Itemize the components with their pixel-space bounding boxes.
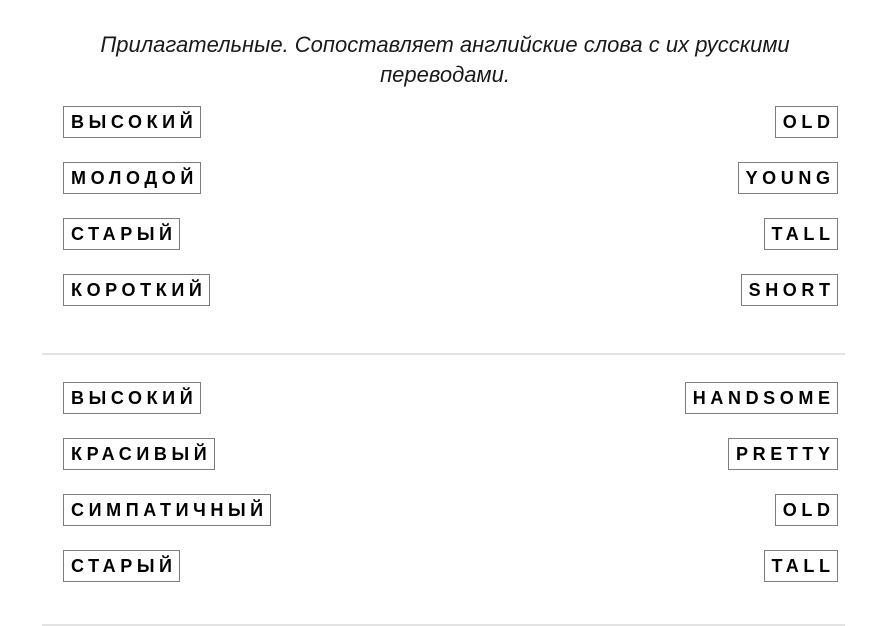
english-word-label: HANDSOME — [692, 388, 835, 408]
russian-word-box[interactable]: КОРОТКИЙ — [63, 274, 210, 306]
left-column-cell: СИМПАТИЧНЫЙ — [63, 494, 272, 526]
russian-word-label: МОЛОДОЙ — [71, 168, 198, 188]
russian-word-box[interactable]: СИМПАТИЧНЫЙ — [63, 494, 272, 526]
right-column-cell: OLD — [774, 494, 838, 526]
russian-word-box[interactable]: ВЫСОКИЙ — [63, 382, 201, 414]
left-column-cell: МОЛОДОЙ — [63, 162, 202, 194]
group-2-rows: ВЫСОКИЙ HANDSOME КРАСИВЫЙ PRETTY СИМПАТИ… — [0, 355, 890, 606]
exercise-page: Прилагательные. Сопоставляет английские … — [0, 0, 890, 626]
english-word-label: TALL — [771, 556, 835, 576]
english-word-box[interactable]: YOUNG — [737, 162, 838, 194]
left-column-cell: СТАРЫЙ — [63, 218, 180, 250]
match-row: ВЫСОКИЙ HANDSOME — [0, 382, 890, 438]
match-row: СИМПАТИЧНЫЙ OLD — [0, 494, 890, 550]
match-row: МОЛОДОЙ YOUNG — [0, 162, 890, 218]
left-column-cell: ВЫСОКИЙ — [63, 382, 201, 414]
english-word-label: YOUNG — [745, 168, 835, 188]
russian-word-label: СТАРЫЙ — [71, 224, 177, 244]
right-column-cell: YOUNG — [737, 162, 838, 194]
english-word-label: SHORT — [748, 280, 835, 300]
english-word-box[interactable]: OLD — [774, 494, 838, 526]
russian-word-box[interactable]: СТАРЫЙ — [63, 550, 180, 582]
right-column-cell: SHORT — [740, 274, 838, 306]
match-row: СТАРЫЙ TALL — [0, 550, 890, 606]
match-row: КОРОТКИЙ SHORT — [0, 274, 890, 330]
english-word-label: PRETTY — [735, 444, 835, 464]
left-column-cell: КОРОТКИЙ — [63, 274, 210, 306]
right-column-cell: HANDSOME — [684, 382, 838, 414]
left-column-cell: КРАСИВЫЙ — [63, 438, 215, 470]
group-1-rows: ВЫСОКИЙ OLD МОЛОДОЙ YOUNG СТАРЫЙ TALL КО… — [0, 106, 890, 330]
match-row: КРАСИВЫЙ PRETTY — [0, 438, 890, 494]
russian-word-box[interactable]: МОЛОДОЙ — [63, 162, 202, 194]
russian-word-box[interactable]: ВЫСОКИЙ — [63, 106, 201, 138]
english-word-label: OLD — [782, 500, 835, 520]
russian-word-label: ВЫСОКИЙ — [71, 388, 198, 408]
english-word-label: TALL — [771, 224, 835, 244]
english-word-box[interactable]: TALL — [763, 550, 838, 582]
russian-word-box[interactable]: КРАСИВЫЙ — [63, 438, 215, 470]
russian-word-label: СИМПАТИЧНЫЙ — [71, 500, 268, 520]
left-column-cell: ВЫСОКИЙ — [63, 106, 201, 138]
matching-group-2: ВЫСОКИЙ HANDSOME КРАСИВЫЙ PRETTY СИМПАТИ… — [0, 355, 890, 606]
english-word-box[interactable]: HANDSOME — [684, 382, 838, 414]
english-word-box[interactable]: PRETTY — [727, 438, 838, 470]
page-title: Прилагательные. Сопоставляет английские … — [0, 0, 890, 90]
english-word-box[interactable]: TALL — [763, 218, 838, 250]
matching-group-1: ВЫСОКИЙ OLD МОЛОДОЙ YOUNG СТАРЫЙ TALL КО… — [0, 106, 890, 330]
english-word-box[interactable]: OLD — [774, 106, 838, 138]
right-column-cell: TALL — [763, 218, 838, 250]
english-word-label: OLD — [782, 112, 835, 132]
right-column-cell: PRETTY — [727, 438, 838, 470]
right-column-cell: OLD — [774, 106, 838, 138]
page-title-line-1: Прилагательные. Сопоставляет английские … — [100, 32, 690, 57]
right-column-cell: TALL — [763, 550, 838, 582]
russian-word-label: КРАСИВЫЙ — [71, 444, 212, 464]
russian-word-label: ВЫСОКИЙ — [71, 112, 198, 132]
russian-word-label: СТАРЫЙ — [71, 556, 177, 576]
russian-word-label: КОРОТКИЙ — [71, 280, 207, 300]
matching-groups: ВЫСОКИЙ OLD МОЛОДОЙ YOUNG СТАРЫЙ TALL КО… — [0, 106, 890, 626]
match-row: СТАРЫЙ TALL — [0, 218, 890, 274]
russian-word-box[interactable]: СТАРЫЙ — [63, 218, 180, 250]
english-word-box[interactable]: SHORT — [740, 274, 838, 306]
match-row: ВЫСОКИЙ OLD — [0, 106, 890, 162]
left-column-cell: СТАРЫЙ — [63, 550, 180, 582]
